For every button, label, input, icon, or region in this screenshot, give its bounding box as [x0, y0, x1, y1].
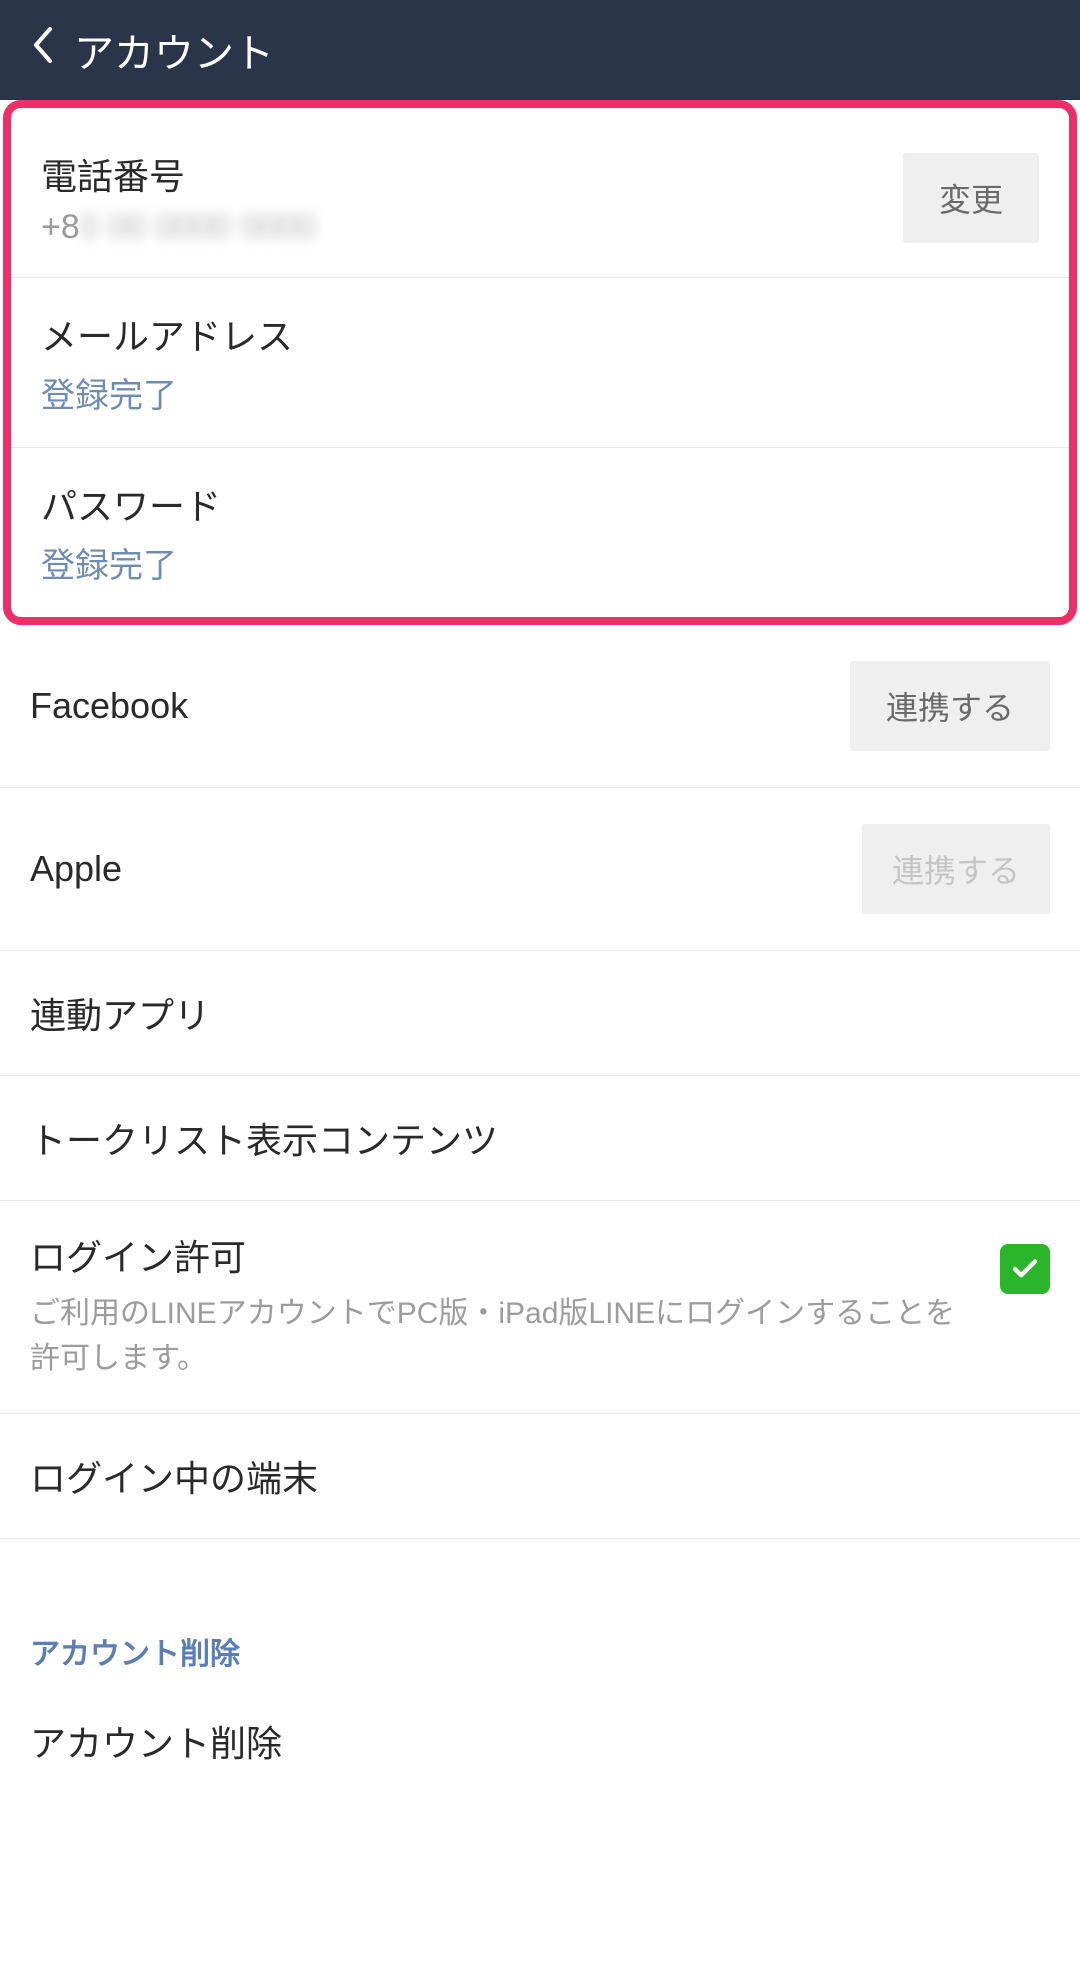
phone-row[interactable]: 電話番号 +80 00 0000 0000 変更: [11, 108, 1069, 278]
phone-label: 電話番号: [41, 148, 903, 200]
email-status: 登録完了: [41, 368, 1039, 417]
login-permission-row[interactable]: ログイン許可 ご利用のLINEアカウントでPC版・iPad版LINEにログインす…: [0, 1201, 1080, 1414]
password-row[interactable]: パスワード 登録完了: [11, 448, 1069, 617]
apple-label: Apple: [30, 848, 122, 890]
phone-value: 0 00 0000 0000: [80, 208, 316, 246]
checkmark-icon: [1010, 1254, 1040, 1284]
login-permission-checkbox[interactable]: [1000, 1244, 1050, 1294]
email-row[interactable]: メールアドレス 登録完了: [11, 278, 1069, 448]
facebook-row[interactable]: Facebook 連携する: [0, 625, 1080, 788]
phone-prefix: +8: [41, 208, 80, 246]
apple-row[interactable]: Apple 連携する: [0, 788, 1080, 951]
password-status: 登録完了: [41, 538, 1039, 587]
login-permission-label: ログイン許可: [30, 1229, 980, 1281]
linked-apps-row[interactable]: 連動アプリ: [0, 951, 1080, 1076]
back-arrow-icon[interactable]: [20, 25, 64, 75]
highlighted-section: 電話番号 +80 00 0000 0000 変更 メールアドレス 登録完了 パス…: [3, 100, 1077, 625]
facebook-label: Facebook: [30, 685, 188, 727]
email-label: メールアドレス: [41, 308, 1039, 360]
talk-list-row[interactable]: トークリスト表示コンテンツ: [0, 1076, 1080, 1201]
apple-link-button[interactable]: 連携する: [862, 824, 1050, 914]
login-permission-description: ご利用のLINEアカウントでPC版・iPad版LINEにログインすることを許可し…: [30, 1291, 980, 1381]
logged-devices-label: ログイン中の端末: [30, 1450, 318, 1502]
phone-change-button[interactable]: 変更: [903, 153, 1039, 243]
password-label: パスワード: [41, 478, 1039, 530]
account-delete-section-title: アカウント削除: [0, 1579, 1080, 1685]
linked-apps-label: 連動アプリ: [30, 987, 210, 1039]
account-delete-label: アカウント削除: [30, 1715, 1050, 1767]
talk-list-label: トークリスト表示コンテンツ: [30, 1112, 498, 1164]
header: アカウント: [0, 0, 1080, 100]
logged-devices-row[interactable]: ログイン中の端末: [0, 1414, 1080, 1539]
facebook-link-button[interactable]: 連携する: [850, 661, 1050, 751]
account-delete-row[interactable]: アカウント削除: [0, 1685, 1080, 1807]
page-title: アカウント: [74, 21, 274, 79]
